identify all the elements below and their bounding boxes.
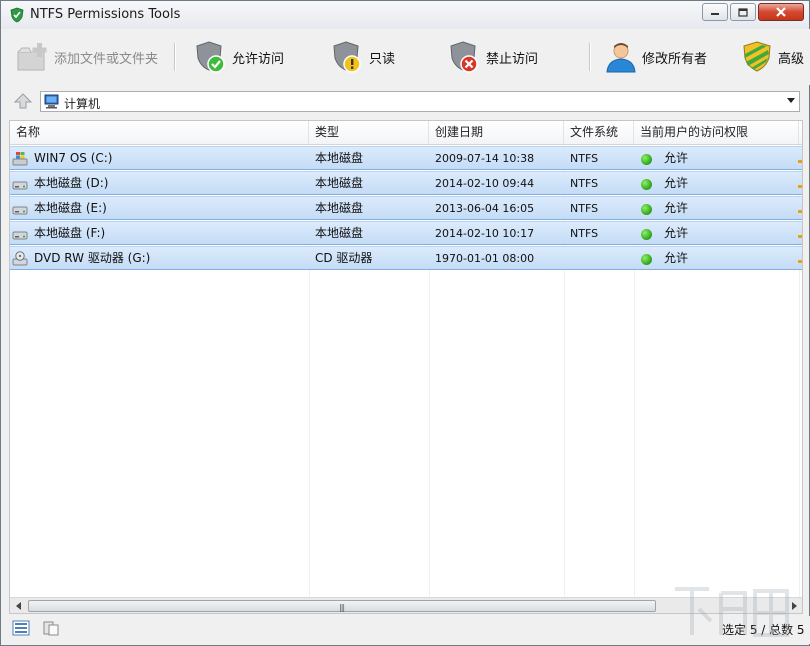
window-title: NTFS Permissions Tools xyxy=(30,7,181,22)
allow-access-label: 允许访问 xyxy=(232,51,285,67)
minimize-button[interactable] xyxy=(702,3,728,21)
close-icon xyxy=(776,7,786,17)
read-only-button[interactable]: 只读 xyxy=(331,39,395,75)
column-header-access[interactable]: 当前用户的访问权限 xyxy=(634,121,799,144)
toolbar-separator xyxy=(589,43,590,71)
row-filesystem: NTFS xyxy=(570,227,599,240)
row-name: 本地磁盘 (D:) xyxy=(34,176,109,190)
table-row[interactable]: DVD RW 驱动器 (G:) CD 驱动器 1970-01-01 08:00 … xyxy=(10,246,802,270)
clipboard-icon[interactable] xyxy=(42,620,60,636)
advanced-button[interactable]: 高级 xyxy=(740,39,804,75)
chevron-down-icon[interactable] xyxy=(787,98,795,103)
hard-drive-icon xyxy=(12,181,28,190)
overflow-indicator xyxy=(798,210,802,213)
shield-deny-icon xyxy=(450,41,478,73)
read-only-label: 只读 xyxy=(369,51,396,67)
change-owner-button[interactable]: 修改所有者 xyxy=(604,39,707,75)
deny-access-button[interactable]: 禁止访问 xyxy=(448,39,538,75)
toolbar-separator xyxy=(174,43,175,71)
row-created: 1970-01-01 08:00 xyxy=(435,252,535,265)
location-combobox[interactable]: 计算机 xyxy=(40,91,800,112)
advanced-label: 高级 xyxy=(778,51,805,67)
row-created: 2014-02-10 09:44 xyxy=(435,177,535,190)
column-header-created[interactable]: 创建日期 xyxy=(429,121,564,144)
deny-access-label: 禁止访问 xyxy=(486,51,539,67)
row-access: 允许 xyxy=(664,226,689,240)
row-created: 2009-07-14 10:38 xyxy=(435,152,535,165)
triangle-left-icon xyxy=(15,602,21,610)
computer-icon xyxy=(44,94,59,109)
toolbar: 添加文件或文件夹 允许访问 只读 禁止访问 修改所有者 高级 xyxy=(2,29,810,85)
shield-app-icon xyxy=(10,7,24,23)
details-view-icon[interactable] xyxy=(12,620,30,636)
row-access: 允许 xyxy=(664,176,689,190)
row-access: 允许 xyxy=(664,201,689,215)
allowed-status-icon xyxy=(641,254,652,265)
title-bar: NTFS Permissions Tools xyxy=(1,1,809,29)
row-type: 本地磁盘 xyxy=(315,201,364,215)
row-type: CD 驱动器 xyxy=(315,251,373,265)
shield-check-icon xyxy=(196,41,225,73)
row-name: DVD RW 驱动器 (G:) xyxy=(34,251,151,265)
allowed-status-icon xyxy=(641,204,652,215)
row-created: 2014-02-10 10:17 xyxy=(435,227,535,240)
column-header-overflow[interactable] xyxy=(799,121,802,144)
row-name: WIN7 OS (C:) xyxy=(34,151,113,165)
location-value: 计算机 xyxy=(64,97,101,111)
watermark-logo xyxy=(675,587,789,637)
table-row[interactable]: 本地磁盘 (D:) 本地磁盘 2014-02-10 09:44 NTFS 允许 xyxy=(10,171,802,195)
address-row: 计算机 xyxy=(2,89,810,115)
hard-drive-icon xyxy=(12,206,28,215)
allowed-status-icon xyxy=(641,179,652,190)
scroll-thumb[interactable]: ||| xyxy=(28,600,656,612)
overflow-indicator xyxy=(798,260,802,263)
list-header: 名称 类型 创建日期 文件系统 当前用户的访问权限 xyxy=(10,121,802,145)
row-access: 允许 xyxy=(664,251,689,265)
hard-drive-icon xyxy=(12,231,28,240)
row-filesystem: NTFS xyxy=(570,177,599,190)
grip-icon: ||| xyxy=(339,603,345,612)
row-type: 本地磁盘 xyxy=(315,176,364,190)
add-folder-icon xyxy=(17,43,47,71)
overflow-indicator xyxy=(798,235,802,238)
row-type: 本地磁盘 xyxy=(315,226,364,240)
allow-access-button[interactable]: 允许访问 xyxy=(194,39,284,75)
column-header-filesystem[interactable]: 文件系统 xyxy=(564,121,634,144)
table-row[interactable]: WIN7 OS (C:) 本地磁盘 2009-07-14 10:38 NTFS … xyxy=(10,146,802,170)
shield-warning-icon xyxy=(333,41,361,73)
table-row[interactable]: 本地磁盘 (E:) 本地磁盘 2013-06-04 16:05 NTFS 允许 xyxy=(10,196,802,220)
overflow-indicator xyxy=(798,185,802,188)
striped-shield-icon xyxy=(743,41,771,72)
file-list: 名称 类型 创建日期 文件系统 当前用户的访问权限 WIN7 OS (C:) 本… xyxy=(9,120,803,614)
app-window: NTFS Permissions Tools 添加文件或文件夹 允许访问 只读 … xyxy=(0,0,810,646)
close-button[interactable] xyxy=(758,3,804,21)
column-header-name[interactable]: 名称 xyxy=(10,121,309,144)
row-filesystem: NTFS xyxy=(570,152,599,165)
overflow-indicator xyxy=(798,160,802,163)
row-created: 2013-06-04 16:05 xyxy=(435,202,535,215)
minimize-icon xyxy=(711,13,719,15)
maximize-icon xyxy=(738,7,748,17)
add-file-or-folder-button[interactable]: 添加文件或文件夹 xyxy=(16,39,158,75)
row-name: 本地磁盘 (E:) xyxy=(34,201,107,215)
up-arrow-icon[interactable] xyxy=(14,93,32,109)
maximize-button[interactable] xyxy=(730,3,756,21)
scroll-left-button[interactable] xyxy=(10,598,27,613)
allowed-status-icon xyxy=(641,154,652,165)
windows-drive-icon xyxy=(12,152,28,166)
dvd-drive-icon xyxy=(12,251,28,266)
table-row[interactable]: 本地磁盘 (F:) 本地磁盘 2014-02-10 10:17 NTFS 允许 xyxy=(10,221,802,245)
user-icon xyxy=(606,43,636,73)
change-owner-label: 修改所有者 xyxy=(642,51,708,67)
allowed-status-icon xyxy=(641,229,652,240)
add-file-or-folder-label: 添加文件或文件夹 xyxy=(54,51,159,67)
row-name: 本地磁盘 (F:) xyxy=(34,226,106,240)
row-type: 本地磁盘 xyxy=(315,151,364,165)
row-access: 允许 xyxy=(664,151,689,165)
column-header-type[interactable]: 类型 xyxy=(309,121,429,144)
row-filesystem: NTFS xyxy=(570,202,599,215)
